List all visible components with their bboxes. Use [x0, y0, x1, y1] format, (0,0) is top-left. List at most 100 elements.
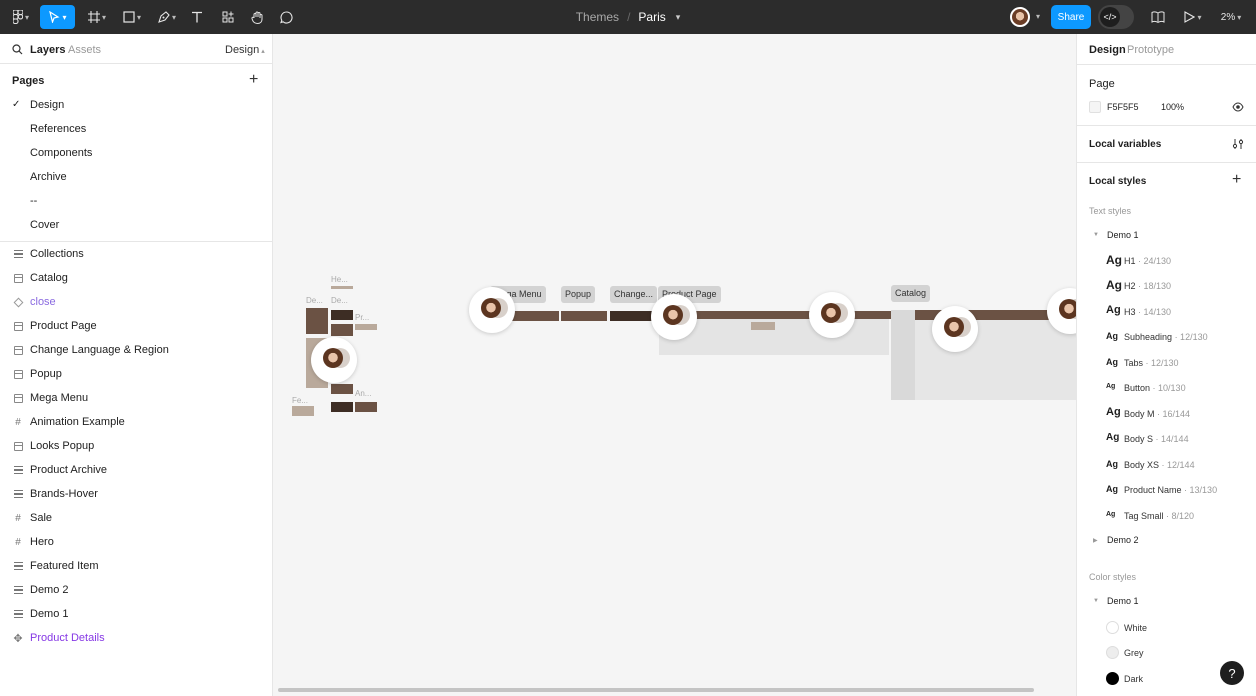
- frame-thumbnail[interactable]: [331, 310, 353, 320]
- frame-label[interactable]: Catalog: [891, 285, 931, 302]
- horizontal-scrollbar[interactable]: [278, 688, 1034, 692]
- text-style-row[interactable]: Ag H2 · 18/130: [1077, 275, 1256, 295]
- design-canvas[interactable]: He... De... De... Pr... Fe... An... Mega…: [273, 34, 1076, 696]
- layer-row[interactable]: Featured Item: [0, 554, 273, 578]
- help-button[interactable]: ?: [1220, 661, 1244, 685]
- caret-down-icon[interactable]: ▼: [1093, 598, 1099, 604]
- variables-icon[interactable]: [1232, 138, 1244, 153]
- avatar[interactable]: [1010, 7, 1030, 27]
- project-name[interactable]: Themes: [576, 10, 619, 24]
- eye-icon[interactable]: [1232, 102, 1244, 115]
- text-style-row[interactable]: Ag Body S · 14/144: [1077, 428, 1256, 448]
- catalog-frame[interactable]: [891, 310, 1076, 400]
- frame-label[interactable]: Fe...: [292, 396, 308, 405]
- frame-thumbnail[interactable]: [355, 402, 377, 412]
- frame-label[interactable]: Popup: [561, 286, 596, 303]
- color-style-row[interactable]: Grey: [1077, 642, 1256, 662]
- page-item-cover[interactable]: Cover: [30, 219, 59, 231]
- style-group-label[interactable]: Demo 1: [1107, 230, 1139, 240]
- page-item-separator[interactable]: --: [30, 195, 37, 207]
- layer-row[interactable]: Brands-Hover: [0, 482, 273, 506]
- text-style-row[interactable]: Ag Product Name · 13/130: [1077, 479, 1256, 499]
- frame-label[interactable]: An...: [355, 389, 371, 398]
- layer-row[interactable]: # Animation Example: [0, 410, 273, 434]
- text-style-row[interactable]: Ag Tag Small · 8/120: [1077, 505, 1256, 525]
- layer-row[interactable]: # Sale: [0, 506, 273, 530]
- text-style-row[interactable]: Ag Tabs · 12/130: [1077, 352, 1256, 372]
- frame-thumbnail[interactable]: [561, 311, 607, 321]
- page-color-value[interactable]: F5F5F5: [1107, 102, 1139, 112]
- library-button[interactable]: [1148, 5, 1168, 29]
- tab-design[interactable]: Design: [1089, 44, 1126, 56]
- frame-icon: [13, 393, 23, 403]
- layer-row[interactable]: Change Language & Region: [0, 338, 273, 362]
- layer-row[interactable]: Catalog: [0, 266, 273, 290]
- component-icon: [13, 297, 23, 307]
- text-style-row[interactable]: Ag Subheading · 12/130: [1077, 326, 1256, 346]
- page-item-references[interactable]: References: [30, 123, 86, 135]
- frame-thumbnail[interactable]: [610, 311, 655, 321]
- caret-down-icon[interactable]: ▼: [1093, 232, 1099, 238]
- page-item-components[interactable]: Components: [30, 147, 92, 159]
- style-group-label[interactable]: Demo 1: [1107, 596, 1139, 606]
- share-button[interactable]: Share: [1051, 5, 1091, 29]
- page-selector[interactable]: Design ▴: [225, 44, 265, 56]
- text-style-row[interactable]: Ag Button · 10/130: [1077, 377, 1256, 397]
- layer-row[interactable]: Popup: [0, 362, 273, 386]
- frame-label[interactable]: De...: [306, 296, 323, 305]
- layer-row[interactable]: close: [0, 290, 273, 314]
- layer-row[interactable]: # Hero: [0, 530, 273, 554]
- search-icon[interactable]: [12, 44, 23, 58]
- caret-right-icon[interactable]: ▶: [1093, 537, 1098, 544]
- layer-row[interactable]: Looks Popup: [0, 434, 273, 458]
- text-style-row[interactable]: Ag Body XS · 12/144: [1077, 454, 1256, 474]
- add-style-icon[interactable]: +: [1232, 172, 1241, 188]
- frame-thumbnail[interactable]: [331, 324, 353, 336]
- page-color-swatch[interactable]: [1089, 101, 1101, 113]
- catalog-sidebar-thumb[interactable]: [891, 310, 915, 400]
- layer-row[interactable]: Demo 2: [0, 578, 273, 602]
- chevron-down-icon[interactable]: ▾: [676, 12, 681, 23]
- layer-label: Demo 2: [30, 584, 69, 596]
- frame-label[interactable]: He...: [331, 275, 348, 284]
- file-name[interactable]: Paris: [638, 10, 665, 24]
- layer-row[interactable]: Product Page: [0, 314, 273, 338]
- page-item-design[interactable]: Design: [30, 99, 64, 111]
- frame-thumbnail[interactable]: [331, 384, 353, 394]
- chevron-down-icon[interactable]: ▾: [1036, 12, 1040, 21]
- frame-label[interactable]: Pr...: [355, 313, 369, 322]
- color-style-row[interactable]: White: [1077, 617, 1256, 637]
- layer-row[interactable]: Demo 1: [0, 602, 273, 626]
- page-item-archive[interactable]: Archive: [30, 171, 67, 183]
- frame-label[interactable]: Change...: [610, 286, 658, 303]
- layer-row[interactable]: ✥ Product Details: [0, 626, 273, 650]
- style-group-label[interactable]: Demo 2: [1107, 535, 1139, 545]
- add-page-icon[interactable]: +: [249, 72, 258, 88]
- zoom-menu[interactable]: 2% ▾: [1214, 5, 1248, 29]
- frame-thumbnail[interactable]: [693, 311, 893, 319]
- frame-thumbnail[interactable]: [331, 286, 353, 289]
- layer-row[interactable]: Product Archive: [0, 458, 273, 482]
- frame-thumbnail[interactable]: [751, 322, 775, 330]
- dev-mode-toggle[interactable]: </>: [1098, 5, 1134, 29]
- section-icon: [13, 465, 23, 475]
- layer-row[interactable]: Collections: [0, 242, 273, 266]
- frame-thumbnail[interactable]: [355, 324, 377, 330]
- layer-row[interactable]: Mega Menu: [0, 386, 273, 410]
- frame-icon: [13, 369, 23, 379]
- tab-assets[interactable]: Assets: [68, 44, 101, 56]
- text-style-row[interactable]: Ag Body M · 16/144: [1077, 403, 1256, 423]
- frame-thumbnail[interactable]: [292, 406, 314, 416]
- frame-icon: [13, 441, 23, 451]
- page-opacity-value[interactable]: 100%: [1161, 102, 1184, 112]
- tab-prototype[interactable]: Prototype: [1127, 44, 1174, 56]
- tab-layers[interactable]: Layers: [30, 44, 65, 56]
- text-style-row[interactable]: Ag H3 · 14/130: [1077, 301, 1256, 321]
- frame-thumbnail[interactable]: [331, 402, 353, 412]
- present-button[interactable]: ▾: [1180, 5, 1206, 29]
- avatar: [323, 348, 343, 368]
- frame-thumbnail[interactable]: [306, 308, 328, 334]
- local-variables-title[interactable]: Local variables: [1089, 139, 1161, 150]
- frame-label[interactable]: De...: [331, 296, 348, 305]
- text-style-row[interactable]: Ag H1 · 24/130: [1077, 250, 1256, 270]
